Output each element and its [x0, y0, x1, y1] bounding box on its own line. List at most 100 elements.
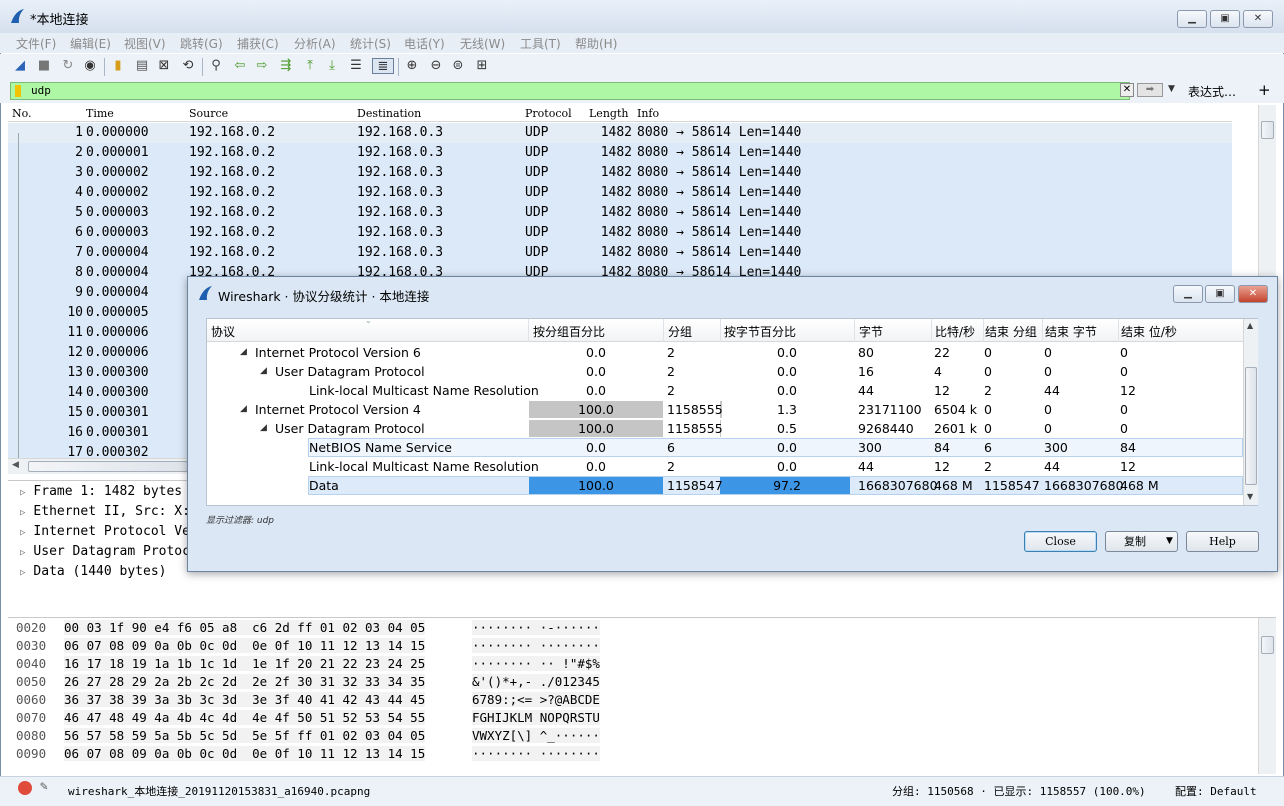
col-info[interactable]: Info	[637, 107, 659, 120]
hcol-packets[interactable]: 分组	[668, 323, 692, 340]
dialog-close-x-button[interactable]: ✕	[1238, 285, 1268, 303]
expand-arrow-icon[interactable]: ◢	[240, 400, 247, 419]
col-length[interactable]: Length	[589, 107, 628, 120]
hcol-pct-bytes[interactable]: 按字节百分比	[724, 323, 796, 340]
menu-view[interactable]: 视图(V)	[124, 35, 166, 52]
hcol-protocol[interactable]: 协议	[211, 323, 235, 340]
cell-no: 9	[75, 285, 83, 300]
detail-ethernet[interactable]: ▷ Ethernet II, Src: X:	[20, 504, 190, 519]
col-destination[interactable]: Destination	[357, 107, 421, 120]
menu-edit[interactable]: 编辑(E)	[70, 35, 111, 52]
close-window-button[interactable]: ✕	[1243, 10, 1273, 28]
reload-file-icon[interactable]: ⟲	[180, 58, 196, 74]
maximize-button[interactable]: ▣	[1210, 10, 1240, 28]
stop-capture-icon[interactable]: ■	[36, 58, 52, 74]
help-button[interactable]: Help	[1186, 531, 1259, 552]
minimize-button[interactable]: ▁	[1177, 10, 1207, 28]
detail-udp[interactable]: ▷ User Datagram Protoc	[20, 544, 190, 559]
clear-filter-icon[interactable]: ✕	[1120, 83, 1134, 97]
hierarchy-row[interactable]: ◢ User Datagram Protocol 100.0 1158555 0.5 92…	[207, 419, 1243, 438]
resize-columns-icon[interactable]: ⊞	[474, 58, 490, 74]
menu-tools[interactable]: 工具(T)	[520, 35, 561, 52]
close-file-icon[interactable]: ⊠	[156, 58, 172, 74]
packet-row[interactable]: 1 0.000000 192.168.0.2 192.168.0.3 UDP 1482 80…	[8, 123, 1232, 143]
menu-analyze[interactable]: 分析(A)	[294, 35, 336, 52]
packet-row[interactable]: 3 0.000002 192.168.0.2 192.168.0.3 UDP 1482 80…	[8, 163, 1232, 183]
packet-row[interactable]: 5 0.000003 192.168.0.2 192.168.0.3 UDP 1482 80…	[8, 203, 1232, 223]
col-protocol[interactable]: Protocol	[525, 107, 572, 120]
dialog-maximize-button[interactable]: ▣	[1205, 285, 1235, 303]
hierarchy-row[interactable]: ◢ User Datagram Protocol 0.0 2 0.0 16 4 0 0 0	[207, 362, 1243, 381]
bookmark-icon[interactable]	[15, 85, 21, 97]
detail-frame[interactable]: ▷ Frame 1: 1482 bytes	[20, 484, 182, 499]
find-packet-icon[interactable]: ⚲	[208, 58, 224, 74]
hcell-pk: 6	[667, 440, 675, 455]
expression-button[interactable]: 表达式…	[1188, 83, 1236, 100]
menu-capture[interactable]: 捕获(C)	[237, 35, 279, 52]
hierarchy-row[interactable]: Data 100.0 1158547 97.2 1668307680 468 M 11585…	[308, 476, 1243, 495]
go-to-packet-icon[interactable]: ⇶	[278, 58, 294, 74]
zoom-reset-icon[interactable]: ⊜	[450, 58, 466, 74]
display-filter-input[interactable]: udp	[10, 82, 1130, 100]
close-button[interactable]: Close	[1024, 531, 1097, 552]
hierarchy-row[interactable]: ◢ Internet Protocol Version 6 0.0 2 0.0 80 22 0…	[207, 343, 1243, 362]
expand-arrow-icon[interactable]: ◢	[260, 362, 267, 381]
menu-statistics[interactable]: 统计(S)	[350, 35, 391, 52]
save-file-icon[interactable]: ▤	[134, 58, 150, 74]
packet-row[interactable]: 7 0.000004 192.168.0.2 192.168.0.3 UDP 1482 80…	[8, 243, 1232, 263]
hcol-end-bits[interactable]: 结束 位/秒	[1121, 323, 1177, 340]
menu-file[interactable]: 文件(F)	[16, 35, 56, 52]
go-forward-icon[interactable]: ⇨	[254, 58, 270, 74]
open-file-icon[interactable]: ▮	[110, 58, 126, 74]
filter-dropdown-icon[interactable]: ▼	[1168, 84, 1175, 94]
hierarchy-row[interactable]: NetBIOS Name Service 0.0 6 0.0 300 84 6 300 84	[308, 438, 1243, 457]
bytes-scrollbar[interactable]	[1258, 618, 1276, 774]
column-separator	[931, 319, 932, 342]
cell-no: 8	[75, 265, 83, 280]
expand-arrow-icon[interactable]: ◢	[240, 343, 247, 362]
col-no[interactable]: No.	[12, 107, 32, 120]
start-capture-icon[interactable]: ◢	[12, 58, 28, 74]
col-source[interactable]: Source	[189, 107, 228, 120]
add-filter-button[interactable]: +	[1258, 81, 1271, 99]
hcol-end-packets[interactable]: 结束 分组	[985, 323, 1037, 340]
hex-off: 0070	[16, 710, 47, 725]
hierarchy-row[interactable]: ◢ Internet Protocol Version 4 100.0 1158555…	[207, 400, 1243, 419]
menu-telephony[interactable]: 电话(Y)	[404, 35, 445, 52]
profile-label[interactable]: 配置: Default	[1175, 783, 1257, 799]
autoscroll-icon[interactable]: ☰	[348, 58, 364, 74]
first-packet-icon[interactable]: ⤒	[302, 58, 318, 74]
zoom-in-icon[interactable]: ⊕	[404, 58, 420, 74]
menu-go[interactable]: 跳转(G)	[180, 35, 223, 52]
detail-data[interactable]: ▷ Data (1440 bytes)	[20, 564, 166, 579]
col-time[interactable]: Time	[86, 107, 114, 120]
comment-icon[interactable]: ✎	[40, 779, 48, 794]
zoom-out-icon[interactable]: ⊖	[428, 58, 444, 74]
last-packet-icon[interactable]: ⤓	[324, 58, 340, 74]
expand-arrow-icon[interactable]: ◢	[260, 419, 267, 438]
hierarchy-row[interactable]: Link-local Multicast Name Resolution 0.0 2…	[207, 381, 1243, 400]
menu-help[interactable]: 帮助(H)	[575, 35, 617, 52]
menu-wireless[interactable]: 无线(W)	[460, 35, 505, 52]
capture-options-icon[interactable]: ◉	[82, 58, 98, 74]
hcol-bits-per-sec[interactable]: 比特/秒	[935, 323, 975, 340]
restart-capture-icon[interactable]: ↻	[60, 58, 76, 74]
hcol-pct-packets[interactable]: 按分组百分比	[533, 323, 605, 340]
go-back-icon[interactable]: ⇦	[232, 58, 248, 74]
packet-list-hscrollbar[interactable]: ◀	[8, 458, 188, 474]
hierarchy-row[interactable]: Link-local Multicast Name Resolution 0.0 2…	[207, 457, 1243, 476]
copy-button[interactable]: 复制 ▼	[1105, 531, 1178, 552]
hierarchy-scrollbar[interactable]: ▲ ▼	[1243, 319, 1258, 505]
packet-row[interactable]: 2 0.000001 192.168.0.2 192.168.0.3 UDP 1482 80…	[8, 143, 1232, 163]
packet-row[interactable]: 4 0.000002 192.168.0.2 192.168.0.3 UDP 1482 80…	[8, 183, 1232, 203]
related-packet-line	[18, 133, 19, 463]
colorize-icon[interactable]: ≣	[372, 58, 394, 74]
expert-info-icon[interactable]	[18, 781, 32, 795]
hcol-bytes[interactable]: 字节	[859, 323, 883, 340]
packet-row[interactable]: 6 0.000003 192.168.0.2 192.168.0.3 UDP 1482 80…	[8, 223, 1232, 243]
detail-ip[interactable]: ▷ Internet Protocol Ve	[20, 524, 190, 539]
hcol-end-bytes[interactable]: 结束 字节	[1045, 323, 1097, 340]
dialog-minimize-button[interactable]: ▁	[1173, 285, 1203, 303]
apply-filter-icon[interactable]: ➡	[1137, 83, 1163, 97]
column-separator	[720, 319, 721, 342]
